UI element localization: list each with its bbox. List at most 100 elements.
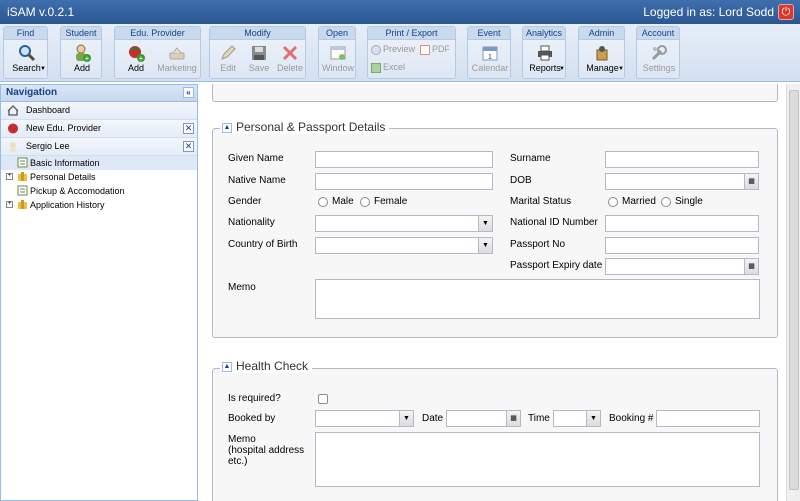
health-memo-label: Memo <box>228 434 256 445</box>
main-scrollbar[interactable] <box>786 84 800 501</box>
open-window-button[interactable]: Window <box>321 42 355 78</box>
floppy-disk-icon <box>252 46 266 60</box>
settings-button[interactable]: Settings <box>638 42 680 78</box>
booked-by-select[interactable]: ▼ <box>315 410 414 427</box>
window-icon <box>330 46 346 60</box>
folder-icon <box>18 200 27 209</box>
delete-x-icon <box>282 45 298 61</box>
form-icon <box>17 157 28 168</box>
gender-male-radio[interactable] <box>318 197 328 207</box>
chevron-down-icon[interactable]: ▼ <box>399 411 413 426</box>
search-button[interactable]: Search ▼ <box>6 42 47 78</box>
add-student-button[interactable]: + Add <box>63 42 101 78</box>
calendar-button[interactable]: 1 Calendar <box>469 42 511 78</box>
chevron-down-icon[interactable]: ▼ <box>478 216 492 231</box>
expand-icon[interactable]: + <box>6 173 13 180</box>
tree-item-history[interactable]: + Application History <box>1 198 197 212</box>
svg-text:1: 1 <box>488 54 492 61</box>
health-legend[interactable]: ▲ Health Check <box>220 359 313 373</box>
add-provider-button[interactable]: + Add <box>119 42 153 78</box>
svg-text:+: + <box>85 54 90 62</box>
marketing-button[interactable]: Marketing <box>155 42 199 78</box>
login-status: Logged in as: Lord Sodd <box>643 5 774 19</box>
event-group: Event 1 Calendar <box>467 26 511 79</box>
nationality-select[interactable]: ▼ <box>315 215 493 232</box>
collapse-toggle-icon[interactable]: ▲ <box>222 122 232 133</box>
health-memo-textarea[interactable] <box>315 432 760 487</box>
nav-item-new-provider[interactable]: New Edu. Provider ✕ <box>1 120 197 138</box>
marital-status-label: Marital Status <box>510 196 572 207</box>
preview-button[interactable]: Preview <box>371 44 415 55</box>
passport-no-label: Passport No <box>510 239 566 250</box>
manage-icon <box>596 46 607 61</box>
nav-item-dashboard[interactable]: Dashboard <box>1 102 197 120</box>
tree-item-pickup[interactable]: Pickup & Accomodation <box>1 184 197 198</box>
passport-no-input[interactable] <box>605 237 759 254</box>
dropdown-arrow-icon: ▼ <box>559 66 565 72</box>
edit-button[interactable]: Edit <box>213 42 243 78</box>
marital-single-radio[interactable] <box>661 197 671 207</box>
add-provider-icon: + <box>129 46 145 62</box>
dropdown-arrow-icon: ▼ <box>40 66 46 72</box>
print-export-group: Print / Export Preview PDF Excel <box>367 26 456 79</box>
country-of-birth-select[interactable]: ▼ <box>315 237 493 254</box>
booking-number-input[interactable] <box>656 410 760 427</box>
calendar-picker-icon[interactable]: ▦ <box>744 259 758 274</box>
given-name-input[interactable] <box>315 151 493 168</box>
toolbar: Find Search ▼ Student + Add Edu. Provide… <box>0 24 800 82</box>
printer-icon <box>538 45 552 61</box>
svg-text:+: + <box>139 54 144 62</box>
booking-time-select[interactable]: ▼ <box>553 410 601 427</box>
booked-by-label: Booked by <box>228 413 276 424</box>
account-group: Account Settings <box>636 26 680 79</box>
chevron-down-icon[interactable]: ▼ <box>586 411 600 426</box>
home-icon <box>7 105 19 116</box>
add-student-icon: + <box>76 44 91 62</box>
delete-button[interactable]: Delete <box>275 42 305 78</box>
student-group: Student + Add <box>60 26 102 79</box>
gender-label: Gender <box>228 196 262 207</box>
pdf-icon <box>420 44 430 55</box>
surname-input[interactable] <box>605 151 759 168</box>
find-group-title: Find <box>4 27 47 40</box>
booking-number-label: Booking # <box>609 413 654 424</box>
expand-icon[interactable]: + <box>6 201 13 208</box>
logout-power-icon[interactable]: ⏻ <box>778 4 794 20</box>
form-icon <box>17 185 28 196</box>
calendar-picker-icon[interactable]: ▦ <box>506 411 520 426</box>
pencil-icon <box>221 45 236 60</box>
student-icon <box>10 142 16 152</box>
dob-date-field[interactable]: ▦ <box>605 173 759 190</box>
reports-button[interactable]: Reports ▼ <box>524 42 566 78</box>
chevron-down-icon[interactable]: ▼ <box>478 238 492 253</box>
preview-icon <box>371 44 381 55</box>
passport-expiry-label: Passport Expiry date <box>510 260 603 271</box>
pdf-button[interactable]: PDF <box>420 44 450 55</box>
excel-button[interactable]: Excel <box>371 62 405 73</box>
marital-married-radio[interactable] <box>608 197 618 207</box>
tree-item-personal-details[interactable]: + Personal Details <box>1 170 197 184</box>
native-name-input[interactable] <box>315 173 493 190</box>
national-id-input[interactable] <box>605 215 759 232</box>
passport-expiry-date-field[interactable]: ▦ <box>605 258 759 275</box>
memo-textarea[interactable] <box>315 279 760 319</box>
provider-group: Edu. Provider + Add Marketing <box>114 26 201 79</box>
save-button[interactable]: Save <box>244 42 274 78</box>
personal-legend[interactable]: ▲ Personal & Passport Details <box>220 120 390 134</box>
calendar-icon: 1 <box>482 46 498 61</box>
gender-female-radio[interactable] <box>360 197 370 207</box>
close-icon[interactable]: ✕ <box>183 123 194 134</box>
calendar-picker-icon[interactable]: ▦ <box>744 174 758 189</box>
scrollbar-thumb[interactable] <box>789 90 799 490</box>
admin-group: Admin Manage ▼ <box>578 26 625 79</box>
booking-date-field[interactable]: ▦ <box>446 410 521 427</box>
nav-item-student[interactable]: Sergio Lee ✕ <box>1 138 197 156</box>
collapse-toggle-icon[interactable]: ▲ <box>222 361 232 372</box>
time-label: Time <box>528 413 550 424</box>
open-group: Open Window <box>318 26 356 79</box>
is-required-checkbox[interactable] <box>318 394 328 404</box>
collapse-icon[interactable]: « <box>183 87 194 98</box>
close-icon[interactable]: ✕ <box>183 141 194 152</box>
manage-button[interactable]: Manage ▼ <box>580 42 625 78</box>
tree-item-basic-info[interactable]: Basic Information <box>1 156 197 170</box>
